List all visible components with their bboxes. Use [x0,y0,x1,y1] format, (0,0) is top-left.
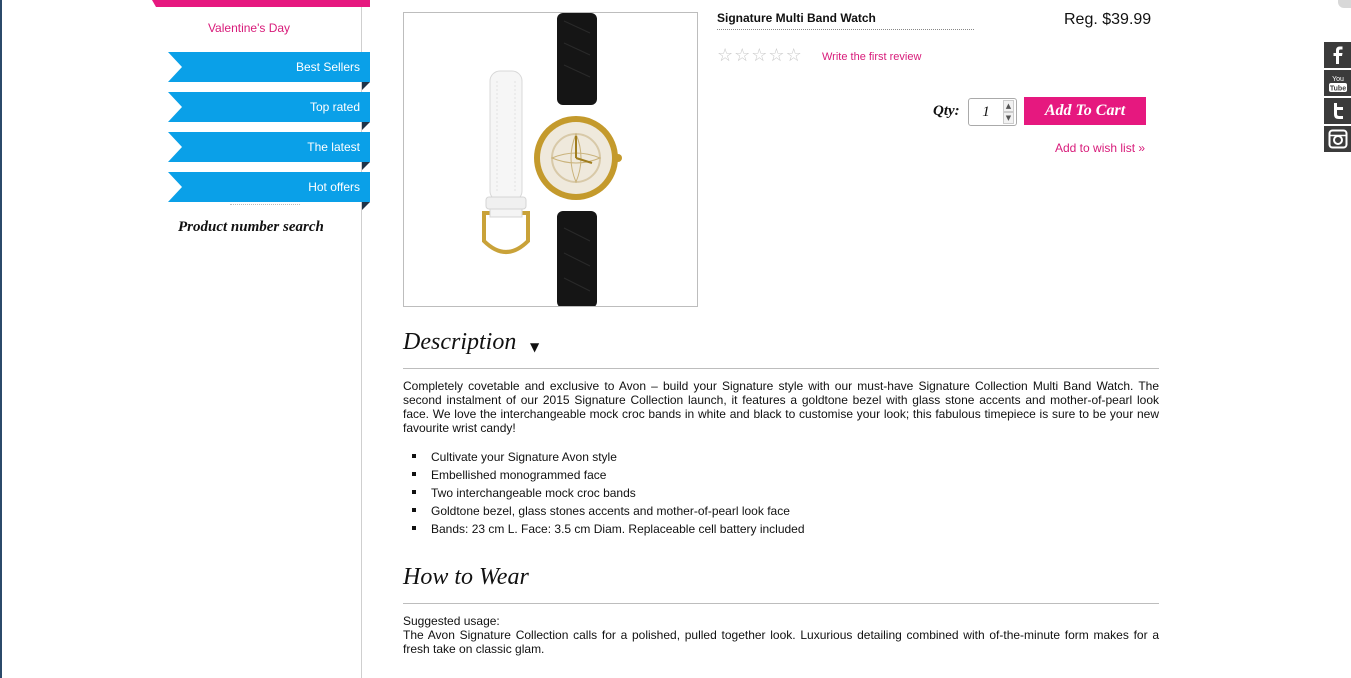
description-heading[interactable]: Description [403,329,516,356]
how-to-wear-text: The Avon Signature Collection calls for … [403,628,1159,656]
write-review-link[interactable]: Write the first review [822,51,921,63]
quantity-input[interactable]: 1 [969,104,1003,121]
sidebar-divider [230,204,300,205]
list-item: Cultivate your Signature Avon style [412,448,805,466]
suggested-usage-label: Suggested usage: [403,614,500,628]
add-to-cart-button[interactable]: Add To Cart [1024,97,1146,125]
star-empty-icon[interactable]: ☆ [751,47,767,65]
sidebar-item-top-rated[interactable]: Top rated [168,92,370,122]
rating-stars[interactable]: ☆ ☆ ☆ ☆ ☆ [717,47,802,65]
product-title: Signature Multi Band Watch [717,11,974,30]
ribbon-fold [362,162,370,170]
list-item: Goldtone bezel, glass stones accents and… [412,502,805,520]
svg-text:Tube: Tube [1329,86,1345,93]
list-item: Bands: 23 cm L. Face: 3.5 cm Diam. Repla… [412,520,805,538]
star-empty-icon[interactable]: ☆ [717,47,733,65]
how-to-wear-heading: How to Wear [403,564,529,590]
sidebar-pink-strip [152,0,370,7]
star-empty-icon[interactable]: ☆ [734,47,750,65]
watch-image [482,13,622,306]
sidebar-item-the-latest[interactable]: The latest [168,132,370,162]
scrollbar-corner[interactable] [1338,0,1351,8]
quantity-stepper[interactable]: 1 ▲ ▼ [968,98,1017,126]
description-text: Completely covetable and exclusive to Av… [403,379,1159,435]
svg-text:You: You [1332,76,1344,83]
feature-list: Cultivate your Signature Avon style Embe… [412,448,805,538]
ribbon-fold [362,82,370,90]
add-to-wish-list-link[interactable]: Add to wish list » [1055,141,1145,155]
product-number-search-heading[interactable]: Product number search [178,219,324,236]
sidebar-item-best-sellers[interactable]: Best Sellers [168,52,370,82]
youtube-icon[interactable]: You Tube [1324,70,1351,96]
twitter-icon[interactable] [1324,98,1351,124]
star-empty-icon[interactable]: ☆ [786,47,802,65]
sidebar-item-hot-offers[interactable]: Hot offers [168,172,370,202]
instagram-icon[interactable] [1324,126,1351,152]
list-item: Two interchangeable mock croc bands [412,484,805,502]
increment-arrow-icon[interactable]: ▲ [1003,100,1014,112]
ribbon-fold [362,122,370,130]
window-edge [0,0,2,678]
qty-label: Qty: [933,103,960,119]
how-to-wear-divider [403,603,1159,604]
decrement-arrow-icon[interactable]: ▼ [1003,112,1014,124]
description-divider [403,368,1159,369]
product-price: Reg. $39.99 [1064,11,1152,28]
product-image[interactable] [403,12,698,307]
star-empty-icon[interactable]: ☆ [768,47,784,65]
sidebar: Valentine's Day Best Sellers Top rated T… [150,0,370,678]
facebook-icon[interactable] [1324,42,1351,68]
list-item: Embellished monogrammed face [412,466,805,484]
sidebar-item-valentines-day[interactable]: Valentine's Day [150,21,348,35]
social-icons: You Tube [1324,42,1351,154]
ribbon-fold [362,202,370,210]
triangle-down-icon[interactable]: ▼ [530,340,539,354]
